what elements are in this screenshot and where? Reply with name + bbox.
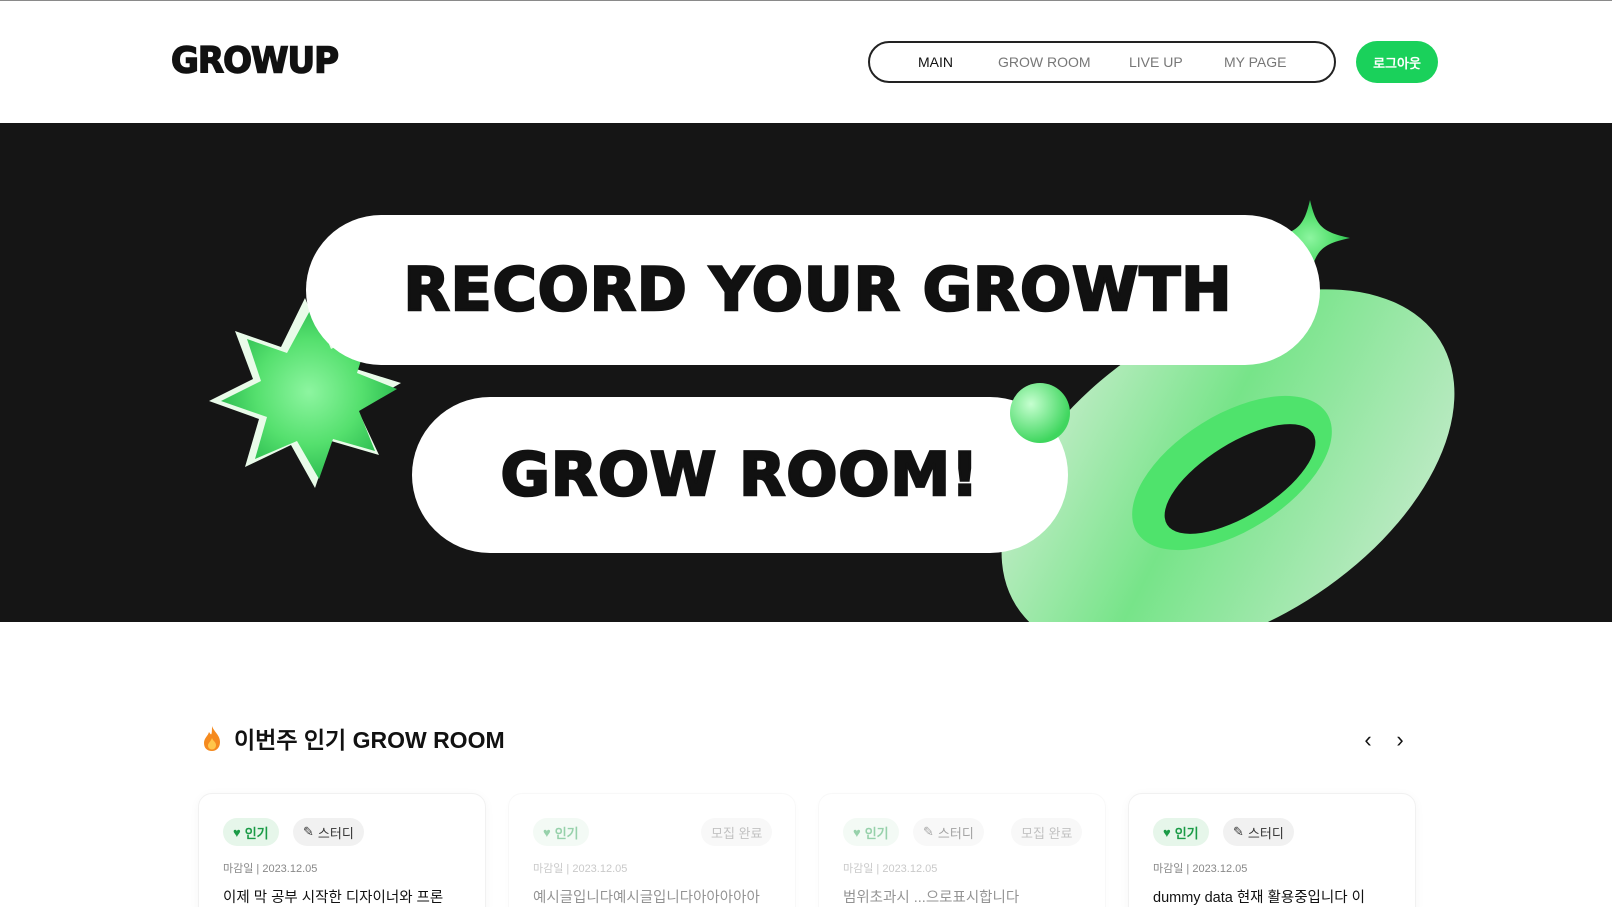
fire-icon — [204, 726, 220, 751]
room-card[interactable]: ♥ 인기 ✎ 스터디 마감일 | 2023.12.05 이제 막 공부 시작한 디자… — [198, 793, 486, 907]
popular-card-list: ♥ 인기 ✎ 스터디 마감일 | 2023.12.05 이제 막 공부 시작한 디자… — [198, 793, 1416, 907]
heart-icon: ♥ — [1163, 824, 1171, 840]
card-title: dummy data 현재 활용중입니다 이 — [1153, 890, 1365, 906]
tag-popular: ♥ 인기 — [843, 818, 899, 846]
section-title: 이번주 인기 GROW ROOM — [234, 727, 505, 753]
card-deadline: 마감일 | 2023.12.05 — [533, 863, 628, 875]
main-nav: MAIN GROW ROOM LIVE UP MY PAGE — [868, 41, 1336, 83]
room-card[interactable]: ♥ 인기 ✎ 스터디 마감일 | 2023.12.05 dummy data 현재 … — [1128, 793, 1416, 907]
nav-item-main[interactable]: MAIN — [918, 54, 998, 70]
card-tags: ♥ 인기 ✎ 스터디 — [223, 818, 461, 846]
card-title: 범위초과시 ...으로표시합니다 — [843, 890, 1020, 906]
status-badge: 모집 완료 — [1011, 818, 1083, 846]
status-badge: 모집 완료 — [701, 818, 773, 846]
tag-study: ✎ 스터디 — [913, 818, 984, 846]
pencil-icon: ✎ — [923, 824, 934, 839]
card-title: 이제 막 공부 시작한 디자이너와 프론 — [223, 890, 444, 906]
nav-item-grow-room[interactable]: GROW ROOM — [998, 54, 1129, 70]
hero-banner: RECORD YOUR GROWTH GROW ROOM! — [0, 123, 1612, 622]
tag-popular: ♥ 인기 — [223, 818, 279, 846]
heart-icon: ♥ — [233, 824, 241, 840]
room-card[interactable]: ♥ 인기 ✎ 스터디 모집 완료 마감일 | 2023.12.05 범위초과시 ..… — [818, 793, 1106, 907]
headline-line-1: RECORD YOUR GROWTH — [402, 254, 1233, 327]
headline-line-2: GROW ROOM! — [499, 439, 980, 512]
logout-button[interactable]: 로그아웃 — [1356, 41, 1438, 83]
card-tags: ♥ 인기 ✎ 스터디 — [1153, 818, 1391, 846]
headline-pill-1: RECORD YOUR GROWTH — [306, 215, 1320, 365]
room-card[interactable]: ♥ 인기 모집 완료 마감일 | 2023.12.05 예시글입니다예시글입니다아… — [508, 793, 796, 907]
card-deadline: 마감일 | 2023.12.05 — [843, 863, 938, 875]
tag-study: ✎ 스터디 — [293, 818, 364, 846]
tag-study: ✎ 스터디 — [1223, 818, 1294, 846]
nav-item-my-page[interactable]: MY PAGE — [1224, 54, 1314, 70]
heart-icon: ♥ — [543, 824, 551, 840]
card-tags: ♥ 인기 모집 완료 — [533, 818, 773, 846]
site-header: GROWUP MAIN GROW ROOM LIVE UP MY PAGE 로그… — [0, 1, 1612, 123]
popular-header: 이번주 인기 GROW ROOM — [200, 720, 505, 756]
card-title: 예시글입니다예시글입니다아아아아아 — [533, 890, 760, 906]
card-deadline: 마감일 | 2023.12.05 — [223, 863, 318, 875]
card-tags: ♥ 인기 ✎ 스터디 모집 완료 — [843, 818, 1083, 846]
pencil-icon: ✎ — [1233, 824, 1244, 839]
chevron-right-icon[interactable]: › — [1388, 728, 1412, 752]
tag-popular: ♥ 인기 — [533, 818, 589, 846]
tag-popular: ♥ 인기 — [1153, 818, 1209, 846]
card-deadline: 마감일 | 2023.12.05 — [1153, 863, 1248, 875]
site-logo[interactable]: GROWUP — [170, 39, 339, 82]
nav-item-live-up[interactable]: LIVE UP — [1129, 54, 1224, 70]
headline-pill-2: GROW ROOM! — [412, 397, 1068, 553]
heart-icon: ♥ — [853, 824, 861, 840]
pencil-icon: ✎ — [303, 824, 314, 839]
chevron-left-icon[interactable]: ‹ — [1356, 728, 1380, 752]
